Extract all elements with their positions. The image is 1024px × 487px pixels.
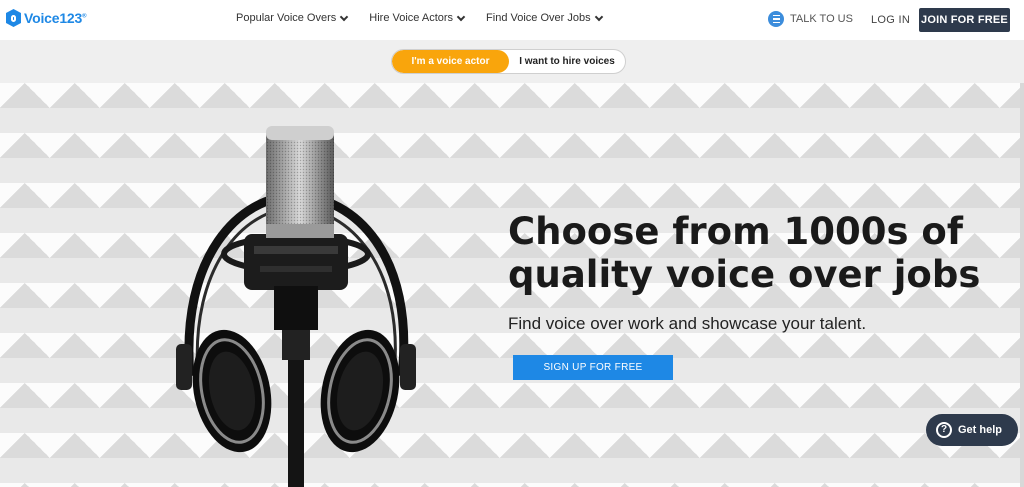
nav-item-label: Popular Voice Overs [236, 12, 337, 24]
brand-logo[interactable]: Voice123® [6, 9, 87, 27]
chevron-down-icon [456, 12, 466, 21]
chat-icon [768, 11, 784, 27]
brand-name: Voice123® [24, 10, 87, 26]
nav-item-hire-voice-actors[interactable]: Hire Voice Actors [369, 12, 466, 24]
nav-item-label: Hire Voice Actors [369, 12, 454, 24]
chevron-down-icon [340, 12, 349, 21]
microphone-headphones-image [176, 126, 416, 487]
talk-to-us-label: TALK TO US [790, 13, 853, 25]
sign-up-for-free-button[interactable]: SIGN UP FOR FREE [513, 355, 673, 380]
get-help-label: Get help [958, 424, 1003, 436]
get-help-button[interactable]: ? Get help [926, 414, 1018, 446]
talk-to-us-link[interactable]: TALK TO US [768, 11, 853, 27]
nav-item-find-voice-over-jobs[interactable]: Find Voice Over Jobs [486, 12, 603, 24]
question-icon: ? [936, 422, 952, 438]
voice123-logo-icon [6, 9, 21, 27]
nav-item-popular-voice-overs[interactable]: Popular Voice Overs [236, 12, 349, 24]
page-scrollbar[interactable] [1020, 83, 1024, 487]
toggle-voice-actor[interactable]: I'm a voice actor [392, 50, 509, 73]
main-nav: Popular Voice Overs Hire Voice Actors Fi… [236, 12, 603, 24]
role-toggle: I'm a voice actor I want to hire voices [391, 49, 626, 74]
join-for-free-button[interactable]: JOIN FOR FREE [919, 8, 1010, 32]
toggle-hire-voices[interactable]: I want to hire voices [509, 50, 625, 73]
role-toggle-bar: I'm a voice actor I want to hire voices [0, 40, 1024, 83]
hero-subheadline: Find voice over work and showcase your t… [508, 314, 867, 333]
chevron-down-icon [594, 12, 603, 21]
hero-headline: Choose from 1000s of quality voice over … [508, 210, 981, 296]
hero-section: Choose from 1000s of quality voice over … [0, 83, 1024, 487]
login-link[interactable]: LOG IN [871, 14, 910, 26]
nav-item-label: Find Voice Over Jobs [486, 12, 591, 24]
site-header: Voice123® Popular Voice Overs Hire Voice… [0, 0, 1024, 40]
